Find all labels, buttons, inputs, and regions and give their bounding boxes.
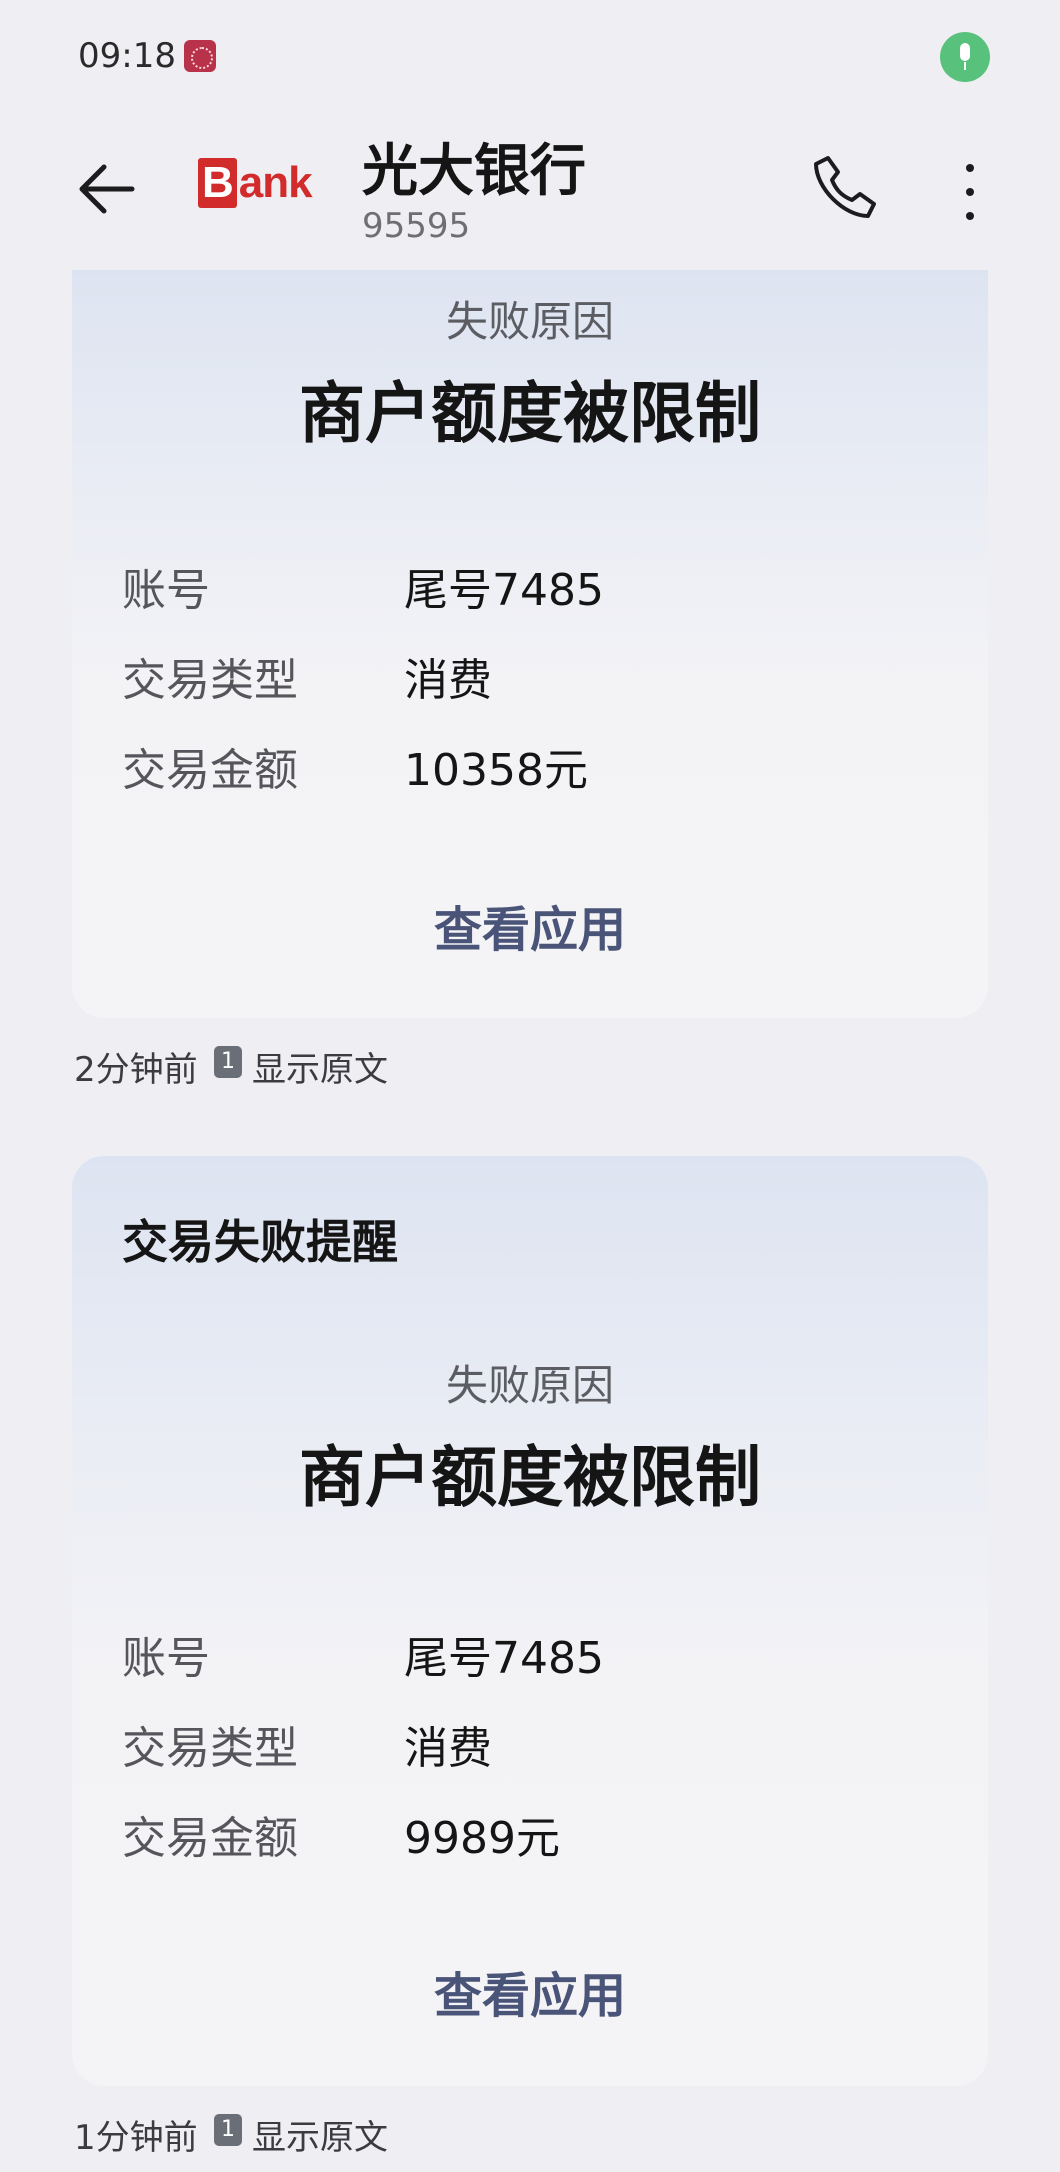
microphone-icon bbox=[940, 32, 990, 82]
info-key: 账号 bbox=[122, 1633, 210, 1684]
info-value: 尾号7485 bbox=[404, 565, 604, 616]
more-dot-icon bbox=[966, 188, 974, 196]
message-title: 交易失败提醒 bbox=[122, 1215, 398, 1269]
sim-card-icon: 1 bbox=[214, 1046, 242, 1078]
info-value: 尾号7485 bbox=[404, 1633, 604, 1684]
info-key: 账号 bbox=[122, 565, 210, 616]
info-row-type: 交易类型 消费 bbox=[122, 1712, 942, 1774]
info-row-account: 账号 尾号7485 bbox=[122, 554, 942, 616]
arrow-left-icon bbox=[79, 164, 135, 214]
info-value: 消费 bbox=[404, 1723, 492, 1774]
show-original-link[interactable]: 显示原文 bbox=[252, 1042, 388, 1091]
status-time: 09:18 bbox=[78, 36, 176, 76]
info-row-type: 交易类型 消费 bbox=[122, 644, 942, 706]
message-card: 交易失败提醒 失败原因 商户额度被限制 账号 尾号7485 交易类型 消费 交易… bbox=[72, 1156, 988, 2086]
call-button[interactable] bbox=[808, 150, 882, 224]
message-card: 失败原因 商户额度被限制 账号 尾号7485 交易类型 消费 交易金额 1035… bbox=[72, 270, 988, 1018]
fail-reason-value: 商户额度被限制 bbox=[299, 375, 761, 452]
info-row-account: 账号 尾号7485 bbox=[122, 1622, 942, 1684]
message-time: 1分钟前 bbox=[74, 2118, 198, 2158]
info-row-amount: 交易金额 9989元 bbox=[122, 1802, 942, 1864]
view-app-button[interactable]: 查看应用 bbox=[72, 1956, 988, 2026]
phone-icon bbox=[814, 156, 876, 218]
info-key: 交易金额 bbox=[122, 745, 298, 796]
conversation-header: Bank 光大银行 95595 bbox=[0, 120, 1060, 270]
info-value: 9989元 bbox=[404, 1813, 560, 1864]
info-row-amount: 交易金额 10358元 bbox=[122, 734, 942, 796]
view-app-button[interactable]: 查看应用 bbox=[72, 890, 988, 960]
app-notification-icon bbox=[184, 40, 216, 72]
show-original-link[interactable]: 显示原文 bbox=[252, 2110, 388, 2159]
message-time: 2分钟前 bbox=[74, 1050, 198, 1090]
sim-card-icon: 1 bbox=[214, 2114, 242, 2146]
bank-logo: Bank bbox=[198, 158, 318, 228]
bank-logo-letter: B bbox=[198, 158, 237, 208]
status-bar: 09:18 bbox=[0, 0, 1060, 120]
more-dot-icon bbox=[966, 164, 974, 172]
bank-logo-text: ank bbox=[238, 158, 313, 207]
back-button[interactable] bbox=[72, 154, 142, 224]
info-key: 交易类型 bbox=[122, 1723, 298, 1774]
info-key: 交易金额 bbox=[122, 1813, 298, 1864]
contact-number: 95595 bbox=[362, 206, 471, 246]
fail-reason-value: 商户额度被限制 bbox=[299, 1439, 761, 1516]
info-value: 10358元 bbox=[404, 745, 588, 796]
info-key: 交易类型 bbox=[122, 655, 298, 706]
more-dot-icon bbox=[966, 212, 974, 220]
info-value: 消费 bbox=[404, 655, 492, 706]
fail-reason-label: 失败原因 bbox=[445, 297, 614, 346]
contact-name: 光大银行 bbox=[362, 139, 586, 204]
more-options-button[interactable] bbox=[950, 150, 990, 230]
fail-reason-label: 失败原因 bbox=[445, 1361, 614, 1410]
